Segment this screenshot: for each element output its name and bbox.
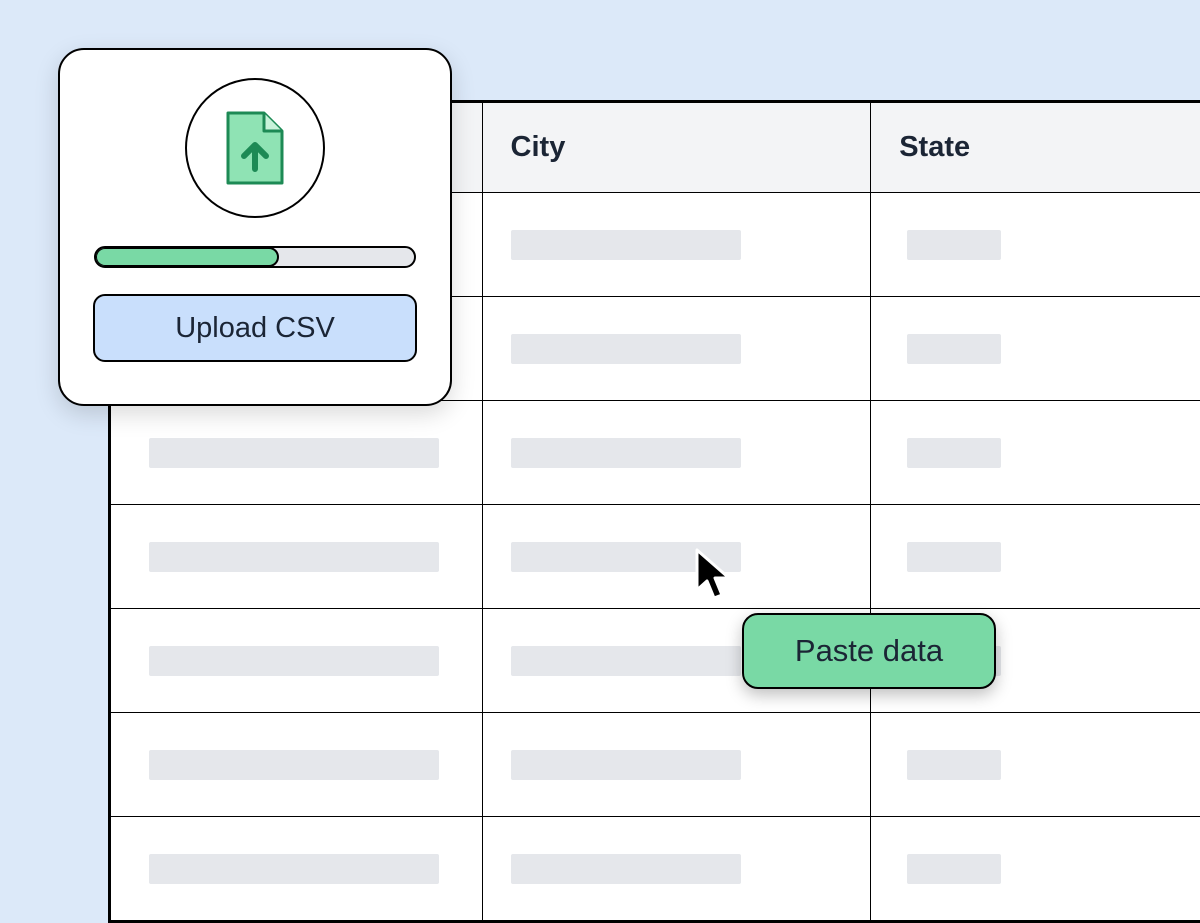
upload-progress-bar — [94, 246, 416, 268]
column-header-city[interactable]: City — [482, 103, 871, 193]
table-row[interactable] — [111, 817, 1200, 921]
cell-placeholder — [149, 750, 439, 780]
cell-placeholder — [149, 854, 439, 884]
file-upload-icon — [185, 78, 325, 218]
upload-csv-card: Upload CSV — [58, 48, 452, 406]
cell-placeholder — [511, 854, 741, 884]
cell-placeholder — [511, 334, 741, 364]
paste-data-button[interactable]: Paste data — [742, 613, 996, 689]
cell-placeholder — [907, 334, 1001, 364]
table-row[interactable] — [111, 401, 1200, 505]
cell-placeholder — [907, 230, 1001, 260]
cell-placeholder — [149, 542, 439, 572]
cell-placeholder — [907, 438, 1001, 468]
cell-placeholder — [149, 438, 439, 468]
cell-placeholder — [907, 542, 1001, 572]
cell-placeholder — [511, 750, 741, 780]
cell-placeholder — [511, 542, 741, 572]
upload-progress-fill — [95, 247, 279, 267]
table-row[interactable] — [111, 713, 1200, 817]
column-header-state[interactable]: State — [871, 103, 1200, 193]
table-row[interactable] — [111, 505, 1200, 609]
table-row[interactable] — [111, 609, 1200, 713]
cell-placeholder — [511, 230, 741, 260]
upload-csv-button[interactable]: Upload CSV — [93, 294, 417, 362]
cell-placeholder — [907, 750, 1001, 780]
cell-placeholder — [149, 646, 439, 676]
cell-placeholder — [907, 854, 1001, 884]
cell-placeholder — [511, 646, 741, 676]
cell-placeholder — [511, 438, 741, 468]
